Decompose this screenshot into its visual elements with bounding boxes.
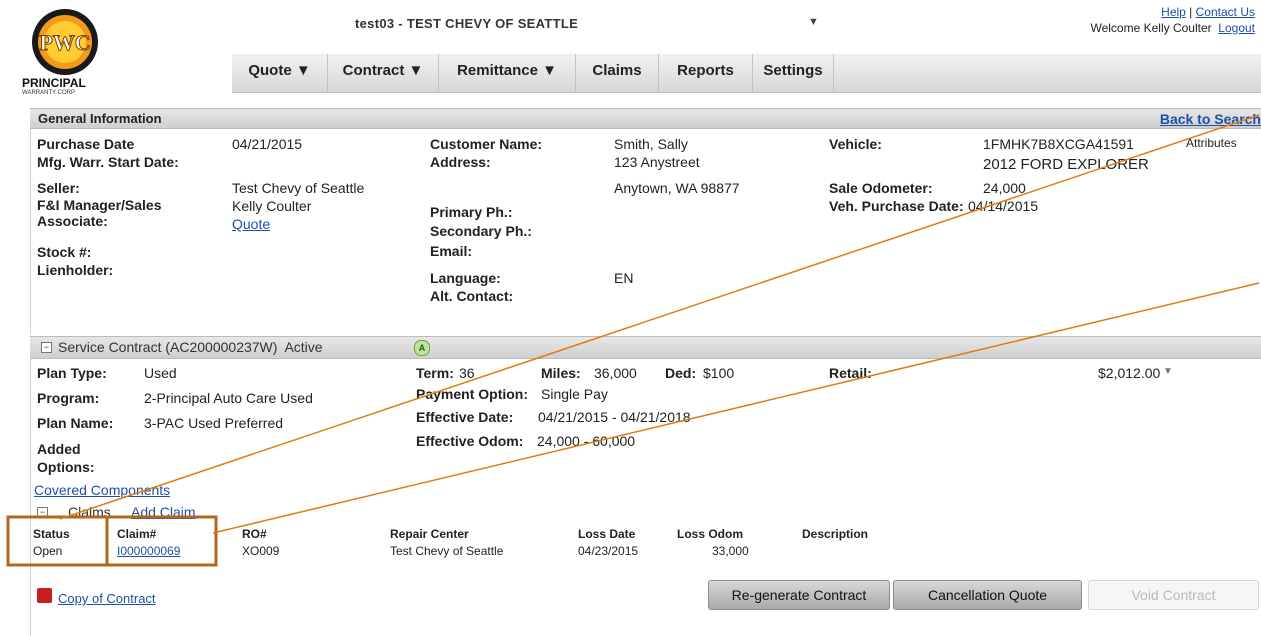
stock-label: Stock #: <box>37 244 92 260</box>
help-link[interactable]: Help <box>1161 5 1186 19</box>
claim-repair-center: Test Chevy of Seattle <box>390 544 504 558</box>
effective-odom-label: Effective Odom: <box>416 433 524 449</box>
email-label: Email: <box>430 243 473 259</box>
lienholder-label: Lienholder: <box>37 262 114 278</box>
general-info-title: General Information <box>38 111 162 126</box>
col-status: Status <box>33 527 70 541</box>
address-line1: 123 Anystreet <box>614 154 700 170</box>
general-info-header: General Information Back to Search <box>30 108 1261 129</box>
language-label: Language: <box>430 270 501 286</box>
col-ro: RO# <box>242 527 267 541</box>
plan-name-label: Plan Name: <box>37 415 114 431</box>
customer-name-label: Customer Name: <box>430 136 543 152</box>
nav-contract[interactable]: Contract ▼ <box>328 54 439 92</box>
fi-manager-value: Kelly Coulter <box>232 198 312 214</box>
back-to-search-link[interactable]: Back to Search <box>1160 111 1261 127</box>
cancellation-quote-button[interactable]: Cancellation Quote <box>893 580 1082 610</box>
sale-odometer-value: 24,000 <box>983 180 1026 196</box>
plan-type-label: Plan Type: <box>37 365 107 381</box>
svg-text:PWC: PWC <box>39 30 90 55</box>
contact-link[interactable]: Contact Us <box>1196 5 1255 19</box>
nav-claims[interactable]: Claims <box>576 54 659 92</box>
mfg-warranty-label: Mfg. Warr. Start Date: <box>37 154 179 170</box>
primary-phone-label: Primary Ph.: <box>430 204 513 220</box>
void-contract-button[interactable]: Void Contract <box>1088 580 1259 610</box>
nav-settings[interactable]: Settings <box>753 54 834 92</box>
deductible-value: $100 <box>703 365 735 381</box>
payment-option-label: Payment Option: <box>416 386 529 402</box>
effective-odom-value: 24,000 - 60,000 <box>537 433 636 449</box>
veh-purchase-date-label: Veh. Purchase Date: <box>829 198 964 214</box>
logo-caption: PRINCIPAL <box>22 76 86 90</box>
added-options-label: Added Options: <box>37 441 95 475</box>
pdf-icon <box>37 588 52 603</box>
program-value: 2-Principal Auto Care Used <box>144 390 313 406</box>
term-label: Term: <box>416 365 454 381</box>
copy-of-contract-link[interactable]: Copy of Contract <box>58 591 156 606</box>
purchase-date-label: Purchase Date <box>37 136 135 152</box>
service-contract-header: − Service Contract (AC200000237W) Active… <box>30 336 1261 359</box>
claim-loss-date: 04/23/2015 <box>578 544 639 558</box>
claim-status: Open <box>33 544 63 558</box>
term-value: 36 <box>459 365 475 381</box>
claims-collapse-icon[interactable]: − <box>37 507 48 518</box>
dealer-title: test03 - TEST CHEVY OF SEATTLE <box>355 16 579 31</box>
nav-remittance[interactable]: Remittance ▼ <box>439 54 576 92</box>
veh-purchase-date-value: 04/14/2015 <box>968 198 1039 214</box>
plan-type-value: Used <box>144 365 177 381</box>
service-contract-title: Service Contract (AC200000237W) Active <box>58 339 323 355</box>
nav-quote[interactable]: Quote ▼ <box>232 54 328 92</box>
retail-dropdown-icon[interactable]: ▼ <box>1163 366 1173 377</box>
alt-contact-label: Alt. Contact: <box>430 288 514 304</box>
claim-ro: XO009 <box>242 544 280 558</box>
effective-date-value: 04/21/2015 - 04/21/2018 <box>538 409 691 425</box>
nav-reports[interactable]: Reports <box>659 54 753 92</box>
regenerate-contract-button[interactable]: Re-generate Contract <box>708 580 890 610</box>
claims-title: Claims <box>68 504 111 520</box>
dealer-dropdown-icon[interactable]: ▼ <box>808 16 819 28</box>
welcome-text: Welcome Kelly Coulter <box>1090 21 1212 35</box>
logout-link[interactable]: Logout <box>1218 21 1255 35</box>
col-description: Description <box>802 527 869 541</box>
claim-loss-odom: 33,000 <box>712 544 749 558</box>
miles-label: Miles: <box>541 365 581 381</box>
active-status-badge: A <box>414 340 430 356</box>
main-nav: Quote ▼ Contract ▼ Remittance ▼ Claims R… <box>232 54 1261 93</box>
secondary-phone-label: Secondary Ph.: <box>430 223 532 239</box>
vehicle-label: Vehicle: <box>829 136 882 152</box>
col-repair-center: Repair Center <box>390 527 469 541</box>
vin-value: 1FMHK7B8XCGA41591 <box>983 136 1134 152</box>
claim-number-link[interactable]: I000000069 <box>117 544 180 559</box>
fi-manager-label: F&I Manager/Sales Associate: <box>37 197 162 229</box>
miles-value: 36,000 <box>594 365 637 381</box>
top-links: Help | Contact Us Welcome Kelly Coulter … <box>1090 5 1255 35</box>
col-claim: Claim# <box>117 527 157 541</box>
effective-date-label: Effective Date: <box>416 409 514 425</box>
seller-value: Test Chevy of Seattle <box>232 180 365 196</box>
deductible-label: Ded: <box>665 365 697 381</box>
add-claim-link[interactable]: Add Claim <box>131 503 196 521</box>
retail-value: $2,012.00 <box>1098 365 1161 381</box>
logo-subcaption: WARRANTY CORP <box>22 90 76 96</box>
language-value: EN <box>614 270 634 286</box>
payment-option-value: Single Pay <box>541 386 608 402</box>
address-line2: Anytown, WA 98877 <box>614 180 740 196</box>
customer-name-value: Smith, Sally <box>614 136 688 152</box>
sale-odometer-label: Sale Odometer: <box>829 180 933 196</box>
col-loss-date: Loss Date <box>578 527 636 541</box>
company-logo: PWC PRINCIPAL WARRANTY CORP <box>20 4 110 116</box>
purchase-date-value: 04/21/2015 <box>232 136 303 152</box>
address-label: Address: <box>430 154 491 170</box>
seller-label: Seller: <box>37 180 80 196</box>
retail-label: Retail: <box>829 365 872 381</box>
plan-name-value: 3-PAC Used Preferred <box>144 415 284 431</box>
quote-link[interactable]: Quote <box>232 215 270 233</box>
vehicle-description: 2012 FORD EXPLORER <box>983 156 1149 173</box>
col-loss-odom: Loss Odom <box>677 527 744 541</box>
program-label: Program: <box>37 390 100 406</box>
covered-components-link[interactable]: Covered Components <box>34 481 170 499</box>
attributes-link[interactable]: Attributes <box>1186 136 1237 151</box>
collapse-icon[interactable]: − <box>41 342 52 353</box>
